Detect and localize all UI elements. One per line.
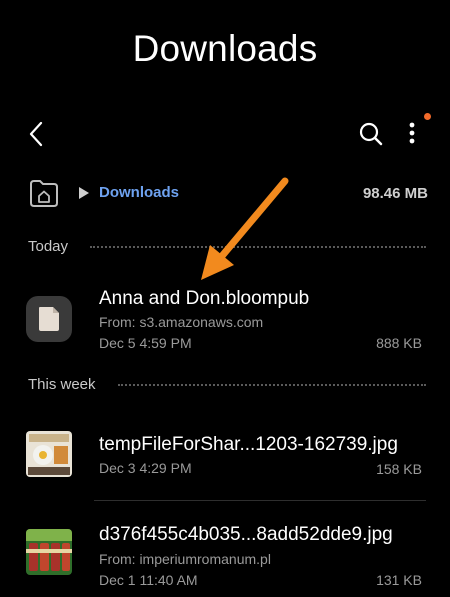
list-item[interactable]: tempFileForShar...1203-162739.jpg Dec 3 …	[0, 424, 450, 494]
file-size: 131 KB	[376, 572, 422, 588]
file-name: tempFileForShar...1203-162739.jpg	[99, 434, 398, 455]
file-size: 888 KB	[376, 335, 422, 351]
storage-size: 98.46 MB	[362, 185, 428, 202]
file-size: 158 KB	[376, 461, 422, 477]
file-date: Dec 3 4:29 PM	[99, 460, 192, 476]
section-divider	[118, 384, 426, 386]
file-name: Anna and Don.bloompub	[99, 288, 310, 309]
list-item[interactable]: Anna and Don.bloompub From: s3.amazonaws…	[0, 278, 450, 358]
breadcrumb: Downloads 98.46 MB	[0, 172, 450, 214]
file-name: d376f455c4b035...8add52dde9.jpg	[99, 524, 393, 545]
toolbar	[0, 112, 450, 154]
file-source: From: imperiumromanum.pl	[99, 551, 271, 567]
breadcrumb-downloads[interactable]: Downloads	[99, 184, 179, 201]
image-thumbnail	[26, 529, 72, 575]
notification-dot	[424, 113, 431, 120]
file-source: From: s3.amazonaws.com	[99, 314, 264, 330]
row-divider	[94, 500, 426, 501]
document-icon	[26, 296, 72, 342]
section-header-today: Today	[28, 238, 69, 255]
section-header-this-week: This week	[28, 376, 96, 393]
file-date: Dec 5 4:59 PM	[99, 335, 192, 351]
back-icon[interactable]	[22, 119, 52, 149]
play-triangle-icon	[78, 186, 90, 200]
more-options-icon[interactable]	[398, 118, 428, 148]
search-icon[interactable]	[356, 119, 386, 149]
home-folder-icon[interactable]	[28, 178, 60, 208]
section-divider	[90, 246, 426, 248]
page-title: Downloads	[132, 28, 318, 69]
image-thumbnail	[26, 431, 72, 477]
file-date: Dec 1 11:40 AM	[99, 572, 198, 588]
list-item[interactable]: d376f455c4b035...8add52dde9.jpg From: im…	[0, 512, 450, 597]
